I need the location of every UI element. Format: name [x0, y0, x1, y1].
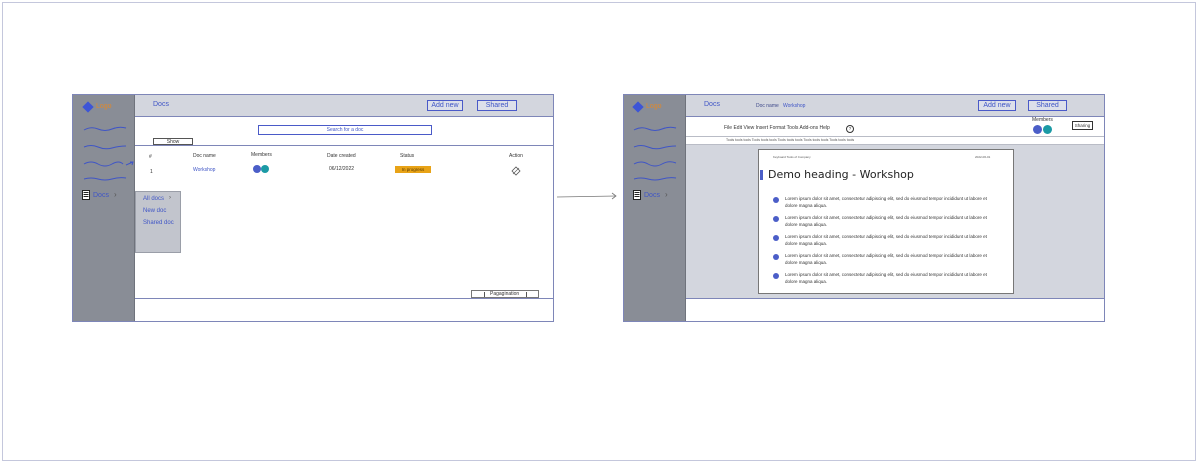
- footer-divider: [686, 298, 1104, 299]
- show-button[interactable]: Show: [153, 138, 193, 145]
- pagination-divider-right: [526, 292, 527, 297]
- top-bar: Docs Doc name Workshop Add new Shared: [686, 95, 1104, 117]
- top-bar: Docs Add new Shared: [135, 95, 553, 117]
- paragraph-2[interactable]: Lorem ipsum dolor sit amet, consectetur …: [785, 214, 997, 228]
- col-action: Action: [509, 153, 523, 159]
- member-avatar-2: [261, 165, 269, 173]
- menu-insert[interactable]: Insert: [756, 125, 769, 131]
- shared-button[interactable]: Shared: [477, 100, 517, 111]
- bullet-5: [773, 273, 779, 279]
- bullet-3: [773, 235, 779, 241]
- members-label: Members: [1032, 117, 1053, 123]
- status-badge: In progress: [395, 166, 431, 173]
- pagination-label: Pagagination: [490, 291, 520, 297]
- paragraph-1[interactable]: Lorem ipsum dolor sit amet, consectetur …: [785, 195, 997, 209]
- docs-list-screen: Logo Docs › Docs Add new Shared Search f…: [72, 94, 554, 322]
- add-new-button[interactable]: Add new: [427, 100, 463, 111]
- document-icon: [82, 190, 90, 200]
- chevron-right-icon: ›: [169, 195, 171, 201]
- edit-action-icon[interactable]: [510, 165, 522, 177]
- list-divider: [135, 145, 553, 146]
- page-title: Docs: [153, 101, 169, 108]
- sidebar-item-1[interactable]: [633, 125, 677, 133]
- col-date-created: Date created: [327, 153, 356, 159]
- menu-bar: File Edit View Insert Format Tools Add-o…: [724, 125, 830, 131]
- row-date: 06/12/2022: [329, 166, 355, 172]
- sidebar-item-4[interactable]: [633, 175, 677, 183]
- document-icon: [633, 190, 641, 200]
- doc-editor-screen: Logo Docs › Docs Doc name Workshop Add n…: [623, 94, 1105, 322]
- paragraph-4[interactable]: Lorem ipsum dolor sit amet, consectetur …: [785, 252, 997, 266]
- pagination-divider-left: [484, 292, 485, 297]
- chevron-right-icon: ›: [665, 190, 668, 199]
- editor-canvas: Keyboard Tools of Company 2022-06-01 Dem…: [686, 145, 1104, 298]
- menu-file[interactable]: File: [724, 125, 732, 131]
- add-new-button[interactable]: Add new: [978, 100, 1016, 111]
- heading-marker: [760, 170, 763, 180]
- logo-icon: [632, 101, 644, 113]
- sidebar-item-docs[interactable]: Docs: [644, 192, 660, 199]
- menu-edit[interactable]: Edit: [733, 125, 742, 131]
- logo-text: Logo: [646, 103, 662, 110]
- docs-dropdown-menu: All docs › New doc Shared doc: [135, 191, 181, 253]
- chevron-right-icon: ›: [114, 190, 117, 199]
- paragraph-3[interactable]: Lorem ipsum dolor sit amet, consectetur …: [785, 233, 997, 247]
- menu-item-new-doc[interactable]: New doc: [143, 208, 166, 214]
- toolbar-tools[interactable]: Tools tools tools Tools tools tools Tool…: [726, 138, 854, 142]
- bullet-4: [773, 254, 779, 260]
- paragraph-5[interactable]: Lorem ipsum dolor sit amet, consectetur …: [785, 271, 997, 285]
- doc-header-left: Keyboard Tools of Company: [773, 155, 811, 159]
- sidebar-item-3[interactable]: [83, 159, 135, 169]
- menu-add-ons[interactable]: Add-ons: [799, 125, 818, 131]
- menu-tools[interactable]: Tools: [787, 125, 799, 131]
- col-index: #: [149, 154, 152, 160]
- menu-item-all-docs[interactable]: All docs: [143, 196, 164, 202]
- bullet-2: [773, 216, 779, 222]
- footer-divider: [135, 298, 553, 299]
- sidebar-item-2[interactable]: [633, 143, 677, 151]
- sidebar: Logo Docs ›: [73, 95, 135, 321]
- member-avatar-1: [1033, 125, 1042, 134]
- row-doc-name[interactable]: Workshop: [193, 167, 215, 173]
- menu-item-shared-doc[interactable]: Shared doc: [143, 220, 174, 226]
- sidebar-item-4[interactable]: [83, 175, 127, 183]
- row-index: 1: [150, 169, 153, 175]
- member-avatar-1: [253, 165, 261, 173]
- help-icon[interactable]: ?: [846, 125, 854, 133]
- sidebar-item-2[interactable]: [83, 143, 127, 151]
- pagination[interactable]: Pagagination: [471, 290, 539, 298]
- transition-arrow: [556, 192, 617, 200]
- bullet-1: [773, 197, 779, 203]
- col-status: Status: [400, 153, 415, 159]
- page-title: Docs: [704, 101, 720, 108]
- col-members: Members: [251, 152, 272, 158]
- document-page[interactable]: Keyboard Tools of Company 2022-06-01 Dem…: [758, 149, 1014, 294]
- logo-text: Logo: [96, 103, 112, 110]
- sidebar-item-1[interactable]: [83, 125, 127, 133]
- member-avatar-2: [1043, 125, 1052, 134]
- col-doc-name: Doc name: [193, 153, 216, 159]
- doc-name-value: Workshop: [783, 103, 806, 109]
- sidebar-item-3[interactable]: [633, 159, 677, 167]
- menu-format[interactable]: Format: [770, 125, 786, 131]
- sidebar: Logo Docs ›: [624, 95, 686, 321]
- logo-icon: [82, 101, 94, 113]
- toolbar: Tools tools tools Tools tools tools Tool…: [686, 136, 1104, 145]
- sharing-button[interactable]: Sharing: [1072, 121, 1093, 130]
- doc-name-label: Doc name: [756, 103, 779, 109]
- doc-heading[interactable]: Demo heading - Workshop: [768, 168, 914, 181]
- menu-view[interactable]: View: [743, 125, 754, 131]
- sidebar-item-docs[interactable]: Docs: [93, 192, 109, 199]
- menu-help[interactable]: Help: [820, 125, 830, 131]
- search-input[interactable]: Search for a doc: [258, 125, 432, 135]
- shared-button[interactable]: Shared: [1028, 100, 1067, 111]
- doc-header-right: 2022-06-01: [975, 155, 991, 159]
